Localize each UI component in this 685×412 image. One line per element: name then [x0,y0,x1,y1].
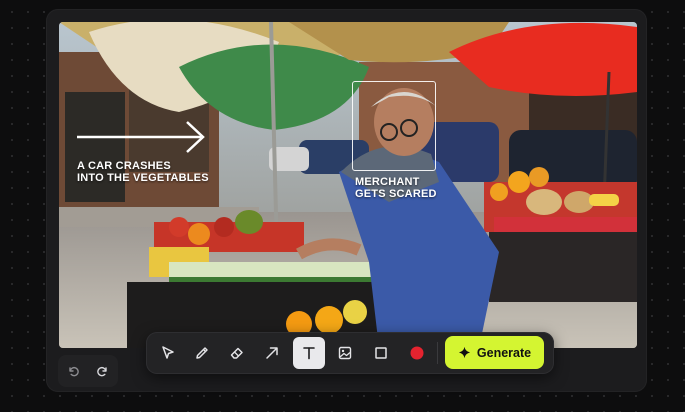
image-icon [338,346,352,360]
undo-icon [69,366,79,377]
image-canvas[interactable]: A CAR CRASHES INTO THE VEGETABLES MERCHA… [59,22,637,348]
rectangle-tool-button[interactable] [365,337,397,369]
history-controls [58,355,118,387]
generate-label: Generate [476,345,532,360]
eraser-icon [230,347,243,359]
cursor-icon [162,346,174,359]
text-tool-button[interactable] [293,337,325,369]
select-tool-button[interactable] [152,337,184,369]
sparkle-icon [458,346,470,359]
image-tool-button[interactable] [329,337,361,369]
arrow-icon [266,347,278,359]
merchant-annotation-label[interactable]: MERCHANT GETS SCARED [355,176,455,200]
merchant-annotation-box[interactable] [352,81,436,171]
generate-button[interactable]: Generate [445,336,544,369]
text-icon [303,347,315,360]
redo-button[interactable] [92,360,114,382]
car-annotation-label[interactable]: A CAR CRASHES INTO THE VEGETABLES [77,160,227,184]
drawing-toolbar: Generate [146,332,554,374]
redo-icon [97,366,107,377]
undo-button[interactable] [62,360,84,382]
toolbar-divider [437,342,438,364]
pencil-icon [196,347,208,359]
pencil-tool-button[interactable] [186,337,218,369]
square-icon [375,347,387,359]
arrow-tool-button[interactable] [256,337,288,369]
color-picker-button[interactable] [401,337,433,369]
selected-color-dot [410,346,424,360]
eraser-tool-button[interactable] [221,337,253,369]
color-swatch-icon [410,346,424,360]
market-scene-image [59,22,637,348]
